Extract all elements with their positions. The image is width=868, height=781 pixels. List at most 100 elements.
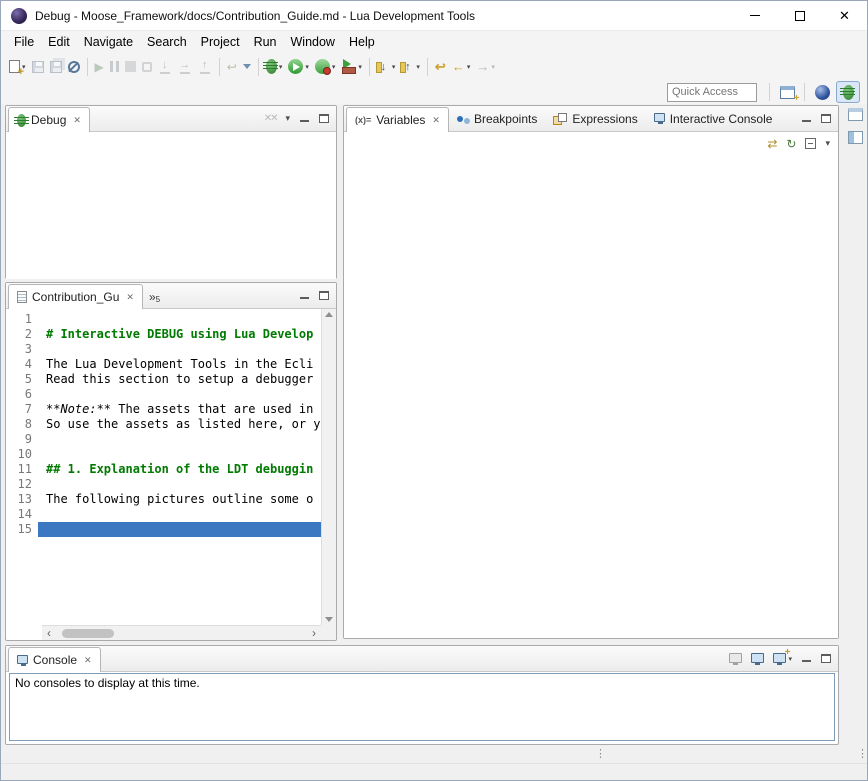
terminate-button[interactable] <box>122 56 139 78</box>
line-text[interactable] <box>38 432 46 447</box>
line-text[interactable]: The following pictures outline some o <box>38 492 313 507</box>
line-text[interactable] <box>38 312 46 327</box>
line-number[interactable]: 9 <box>6 432 38 447</box>
lua-perspective-button[interactable] <box>810 81 834 103</box>
line-text[interactable] <box>38 507 46 522</box>
clear-console-icon[interactable] <box>729 653 742 663</box>
line-text[interactable] <box>38 447 46 462</box>
line-text[interactable]: Read this section to setup a debugger <box>38 372 313 387</box>
line-number[interactable]: 11 <box>6 462 38 477</box>
collapse-all-icon[interactable] <box>805 138 816 149</box>
line-number[interactable]: 3 <box>6 342 38 357</box>
line-text[interactable]: So use the assets as listed here, or y <box>38 417 321 432</box>
drop-to-frame-button[interactable]: ↩ <box>224 56 240 78</box>
hidden-editors-chevron[interactable]: »5 <box>143 290 166 308</box>
tab-variables[interactable]: (x)= Variables ✕ <box>346 107 449 132</box>
scroll-up-icon[interactable] <box>325 312 333 317</box>
close-tab-icon[interactable]: ✕ <box>84 655 92 666</box>
view-menu-icon[interactable]: ▾ <box>825 138 830 149</box>
maximize-view-icon[interactable] <box>319 291 329 300</box>
menu-project[interactable]: Project <box>194 33 247 51</box>
view-menu-icon[interactable]: ▾ <box>285 113 290 124</box>
menu-file[interactable]: File <box>7 33 41 51</box>
new-button[interactable]: ▾ <box>6 56 29 78</box>
minimize-view-icon[interactable] <box>299 291 310 300</box>
save-all-button[interactable] <box>47 56 65 78</box>
disconnect-button[interactable] <box>139 56 155 78</box>
show-logical-structures-icon[interactable]: ⇄ <box>767 138 777 150</box>
editor-horizontal-scrollbar[interactable]: ‹ › <box>42 625 321 640</box>
line-number[interactable]: 14 <box>6 507 38 522</box>
line-number[interactable]: 4 <box>6 357 38 372</box>
step-return-button[interactable]: ↑ <box>195 56 215 78</box>
close-window-button[interactable]: ✕ <box>822 1 867 31</box>
sash-handle[interactable]: ⋮ <box>595 749 606 760</box>
line-text[interactable]: The Lua Development Tools in the Ecli <box>38 357 313 372</box>
maximize-view-icon[interactable] <box>319 114 329 123</box>
scroll-right-icon[interactable]: › <box>307 626 321 640</box>
tab-contribution-guide[interactable]: Contribution_Gu ✕ <box>8 284 143 309</box>
line-number[interactable]: 7 <box>6 402 38 417</box>
tab-interactive-console[interactable]: Interactive Console <box>646 106 781 131</box>
menu-window[interactable]: Window <box>284 33 342 51</box>
line-text[interactable] <box>38 477 46 492</box>
tab-expressions[interactable]: Expressions <box>545 106 645 131</box>
open-perspective-button[interactable] <box>775 81 799 103</box>
scroll-down-icon[interactable] <box>325 617 333 622</box>
line-number[interactable]: 6 <box>6 387 38 402</box>
maximize-view-icon[interactable] <box>821 654 831 663</box>
suspend-button[interactable] <box>107 56 122 78</box>
line-text[interactable]: **Note:** The assets that are used in <box>38 402 313 417</box>
external-tools-button[interactable]: ▾ <box>338 56 365 78</box>
close-tab-icon[interactable]: ✕ <box>126 292 134 303</box>
close-tab-icon[interactable]: ✕ <box>73 115 81 126</box>
use-step-filters-button[interactable] <box>240 56 254 78</box>
quick-access-input[interactable] <box>667 83 757 102</box>
titlebar[interactable]: Debug - Moose_Framework/docs/Contributio… <box>1 1 867 31</box>
step-over-button[interactable]: → <box>175 56 195 78</box>
resume-button[interactable]: ▶ <box>92 56 107 78</box>
minimize-view-icon[interactable] <box>801 114 812 123</box>
tab-console[interactable]: Console ✕ <box>8 647 101 672</box>
run-launch-button[interactable]: ▾ <box>285 56 312 78</box>
menu-run[interactable]: Run <box>247 33 284 51</box>
forward-button[interactable]: →▾ <box>473 56 498 78</box>
sash-handle[interactable]: ⋮ <box>857 749 868 760</box>
line-number[interactable]: 10 <box>6 447 38 462</box>
line-number[interactable]: 5 <box>6 372 38 387</box>
line-text[interactable] <box>38 387 46 402</box>
debug-launch-button[interactable]: ▾ <box>263 56 286 78</box>
remove-all-terminated-icon[interactable]: ✕✕ <box>264 113 277 124</box>
scroll-left-icon[interactable]: ‹ <box>42 626 56 640</box>
line-number[interactable]: 1 <box>6 312 38 327</box>
back-button[interactable]: ←▾ <box>449 56 474 78</box>
minimize-window-button[interactable] <box>732 1 777 31</box>
maximize-view-icon[interactable] <box>821 114 831 123</box>
line-text[interactable]: # Interactive DEBUG using Lua Develop <box>38 327 313 342</box>
console-content[interactable]: No consoles to display at this time. <box>9 673 835 741</box>
next-annotation-button[interactable]: ↓▾ <box>374 56 399 78</box>
menu-edit[interactable]: Edit <box>41 33 77 51</box>
minimize-view-icon[interactable] <box>299 114 310 123</box>
open-console-button[interactable]: ▾ <box>773 653 792 665</box>
display-selected-console-icon[interactable] <box>751 653 764 663</box>
minimize-view-icon[interactable] <box>801 654 812 663</box>
line-number[interactable]: 13 <box>6 492 38 507</box>
previous-annotation-button[interactable]: ↑▾ <box>398 56 423 78</box>
editor-content[interactable]: 1 2# Interactive DEBUG using Lua Develop… <box>6 309 321 625</box>
step-into-button[interactable]: ↓ <box>155 56 175 78</box>
line-number[interactable]: 15 <box>6 522 38 537</box>
menu-search[interactable]: Search <box>140 33 194 51</box>
menu-help[interactable]: Help <box>342 33 382 51</box>
restore-view-icon[interactable] <box>848 108 863 121</box>
line-number[interactable]: 2 <box>6 327 38 342</box>
refresh-icon[interactable]: ↻ <box>786 138 796 150</box>
tab-breakpoints[interactable]: Breakpoints <box>449 106 545 131</box>
close-tab-icon[interactable]: ✕ <box>432 115 440 126</box>
line-number[interactable]: 8 <box>6 417 38 432</box>
debug-perspective-button[interactable] <box>836 81 860 103</box>
line-number[interactable]: 12 <box>6 477 38 492</box>
last-edit-location-button[interactable]: ↩ <box>432 56 449 78</box>
menu-navigate[interactable]: Navigate <box>77 33 140 51</box>
line-text[interactable] <box>38 342 46 357</box>
